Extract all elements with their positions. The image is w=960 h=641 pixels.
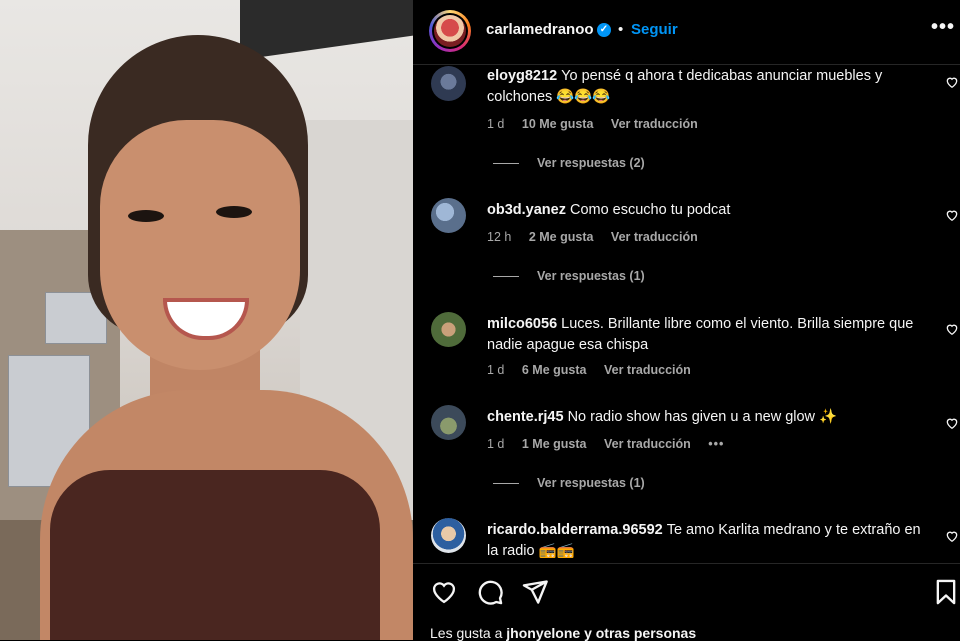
verified-badge-icon: ✓ [597, 23, 611, 37]
comment-text: Como escucho tu podcat [569, 202, 731, 218]
comment-time: 1 d [487, 437, 505, 451]
comment-avatar[interactable] [431, 198, 466, 233]
comments-list[interactable]: eloyg8212 Yo pensé q ahora t dedicabas an… [413, 64, 960, 564]
person-eye-right [216, 206, 252, 218]
comment-meta: 12 h 2 Me gusta Ver traducción [487, 230, 712, 244]
comment-like-heart-icon[interactable] [945, 208, 959, 222]
background-shelf [240, 0, 413, 61]
separator-dot: • [618, 21, 624, 38]
comment-like-heart-icon[interactable] [945, 322, 959, 336]
comment-time: 1 d [487, 363, 505, 377]
comment-time: 1 d [487, 117, 505, 131]
comment-like-heart-icon[interactable] [945, 416, 959, 430]
liked-by-others[interactable]: y otras personas [580, 625, 696, 641]
comment-body: ob3d.yanez Como escucho tu podcat [487, 200, 927, 221]
comment-username[interactable]: milco6056 [487, 316, 557, 332]
post-header: carlamedranoo ✓ • Seguir ••• [413, 0, 960, 65]
comment-avatar[interactable] [431, 312, 466, 347]
post-actions-bar: Les gusta a jhonyelone y otras personas [413, 563, 960, 641]
save-bookmark-icon[interactable] [932, 578, 960, 606]
comment-options-icon[interactable]: ••• [708, 437, 724, 451]
more-options-icon[interactable]: ••• [931, 16, 955, 39]
comment-username[interactable]: chente.rj45 [487, 409, 564, 425]
liked-by-text: Les gusta a jhonyelone y otras personas [430, 625, 697, 641]
comment-username[interactable]: ob3d.yanez [487, 202, 566, 218]
person-eye-left [128, 210, 164, 222]
profile-username[interactable]: carlamedranoo [486, 21, 594, 38]
comment-time: 12 h [487, 230, 512, 244]
see-translation-link[interactable]: Ver traducción [604, 437, 691, 451]
comment-meta: 1 d 1 Me gusta Ver traducción ••• [487, 437, 738, 451]
liked-by-username[interactable]: jhonyelone [506, 625, 580, 641]
comment-username[interactable]: eloyg8212 [487, 68, 557, 84]
person-top [50, 470, 380, 640]
comment-avatar[interactable] [431, 518, 466, 553]
comment-meta: 1 d 6 Me gusta Ver traducción [487, 363, 705, 377]
comment-avatar[interactable] [431, 66, 466, 101]
comment-likes[interactable]: 10 Me gusta [522, 117, 594, 131]
comment-body: milco6056 Luces. Brillante libre como el … [487, 314, 927, 356]
share-send-icon[interactable] [521, 578, 549, 606]
comment-likes[interactable]: 1 Me gusta [522, 437, 587, 451]
profile-avatar[interactable] [429, 10, 471, 52]
comment-bubble-icon[interactable] [476, 578, 504, 606]
view-replies-button[interactable]: Ver respuestas (2) [493, 156, 645, 170]
comment-body: chente.rj45 No radio show has given u a n… [487, 407, 927, 428]
replies-line [493, 483, 519, 485]
see-translation-link[interactable]: Ver traducción [611, 230, 698, 244]
view-replies-button[interactable]: Ver respuestas (1) [493, 476, 645, 490]
see-translation-link[interactable]: Ver traducción [604, 363, 691, 377]
see-translation-link[interactable]: Ver traducción [611, 117, 698, 131]
replies-line [493, 276, 519, 278]
comment-meta: 1 d 10 Me gusta Ver traducción [487, 117, 712, 131]
comment-body: ricardo.balderrama.96592 Te amo Karlita m… [487, 520, 927, 562]
comment-avatar[interactable] [431, 405, 466, 440]
comment-likes[interactable]: 2 Me gusta [529, 230, 594, 244]
comments-panel: carlamedranoo ✓ • Seguir ••• eloyg8212 Yo… [413, 0, 960, 641]
post-media[interactable] [0, 0, 413, 640]
comment-likes[interactable]: 6 Me gusta [522, 363, 587, 377]
comment-like-heart-icon[interactable] [945, 75, 959, 89]
follow-button[interactable]: Seguir [631, 21, 678, 38]
replies-line [493, 163, 519, 165]
view-replies-button[interactable]: Ver respuestas (1) [493, 269, 645, 283]
comment-username[interactable]: ricardo.balderrama.96592 [487, 522, 663, 538]
comment-like-heart-icon[interactable] [945, 529, 959, 543]
like-heart-icon[interactable] [430, 578, 458, 606]
comment-text: No radio show has given u a new glow ✨ [567, 409, 838, 425]
comment-body: eloyg8212 Yo pensé q ahora t dedicabas an… [487, 66, 927, 108]
